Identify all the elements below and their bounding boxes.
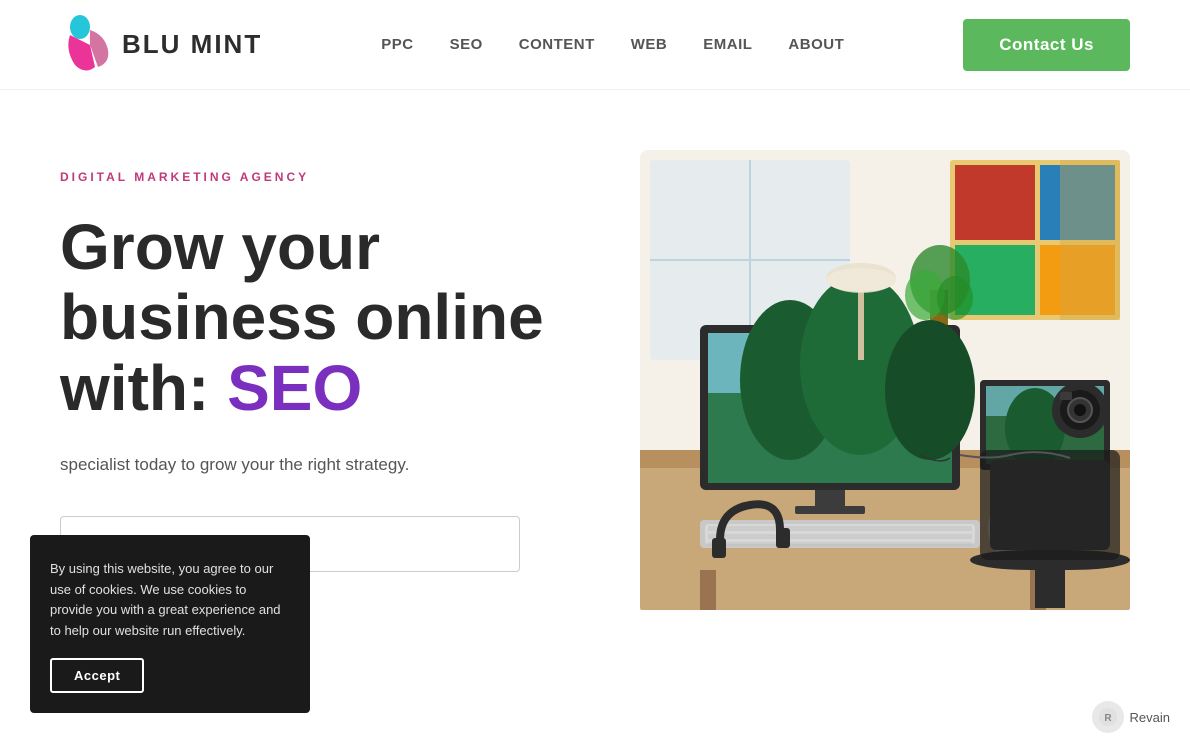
header: BLU MINT PPC SEO CONTENT WEB EMAIL ABOUT… xyxy=(0,0,1190,90)
hero-description: specialist today to grow your the right … xyxy=(60,451,540,480)
nav-item-ppc[interactable]: PPC xyxy=(381,36,413,53)
accept-button[interactable]: Accept xyxy=(50,658,144,693)
nav-item-web[interactable]: WEB xyxy=(631,36,668,53)
cookie-banner: By using this website, you agree to our … xyxy=(30,535,310,713)
hero-subtitle: DIGITAL MARKETING AGENCY xyxy=(60,170,580,184)
contact-button[interactable]: Contact Us xyxy=(963,19,1130,71)
hero-title: Grow your business online with: SEO xyxy=(60,212,580,423)
desk-scene-svg xyxy=(640,150,1130,610)
revain-logo-icon: R xyxy=(1098,707,1118,727)
cookie-text: By using this website, you agree to our … xyxy=(50,559,290,642)
hero-title-line1: Grow your xyxy=(60,211,380,283)
revain-icon: R xyxy=(1092,701,1124,733)
logo-area: BLU MINT xyxy=(60,15,262,75)
nav-item-seo[interactable]: SEO xyxy=(450,36,483,53)
hero-title-highlight: SEO xyxy=(227,352,362,424)
nav-item-content[interactable]: CONTENT xyxy=(519,36,595,53)
nav-item-about[interactable]: ABOUT xyxy=(788,36,844,53)
hero-title-line3-prefix: with: xyxy=(60,352,227,424)
svg-text:R: R xyxy=(1104,713,1112,724)
nav-item-email[interactable]: EMAIL xyxy=(703,36,752,53)
revain-label: Revain xyxy=(1130,710,1170,725)
logo-text: BLU MINT xyxy=(122,29,262,60)
revain-widget: R Revain xyxy=(1092,701,1170,733)
logo-icon xyxy=(60,15,112,75)
hero-image xyxy=(640,150,1130,615)
main-nav: PPC SEO CONTENT WEB EMAIL ABOUT xyxy=(381,36,844,53)
hero-title-line2: business online xyxy=(60,281,544,353)
